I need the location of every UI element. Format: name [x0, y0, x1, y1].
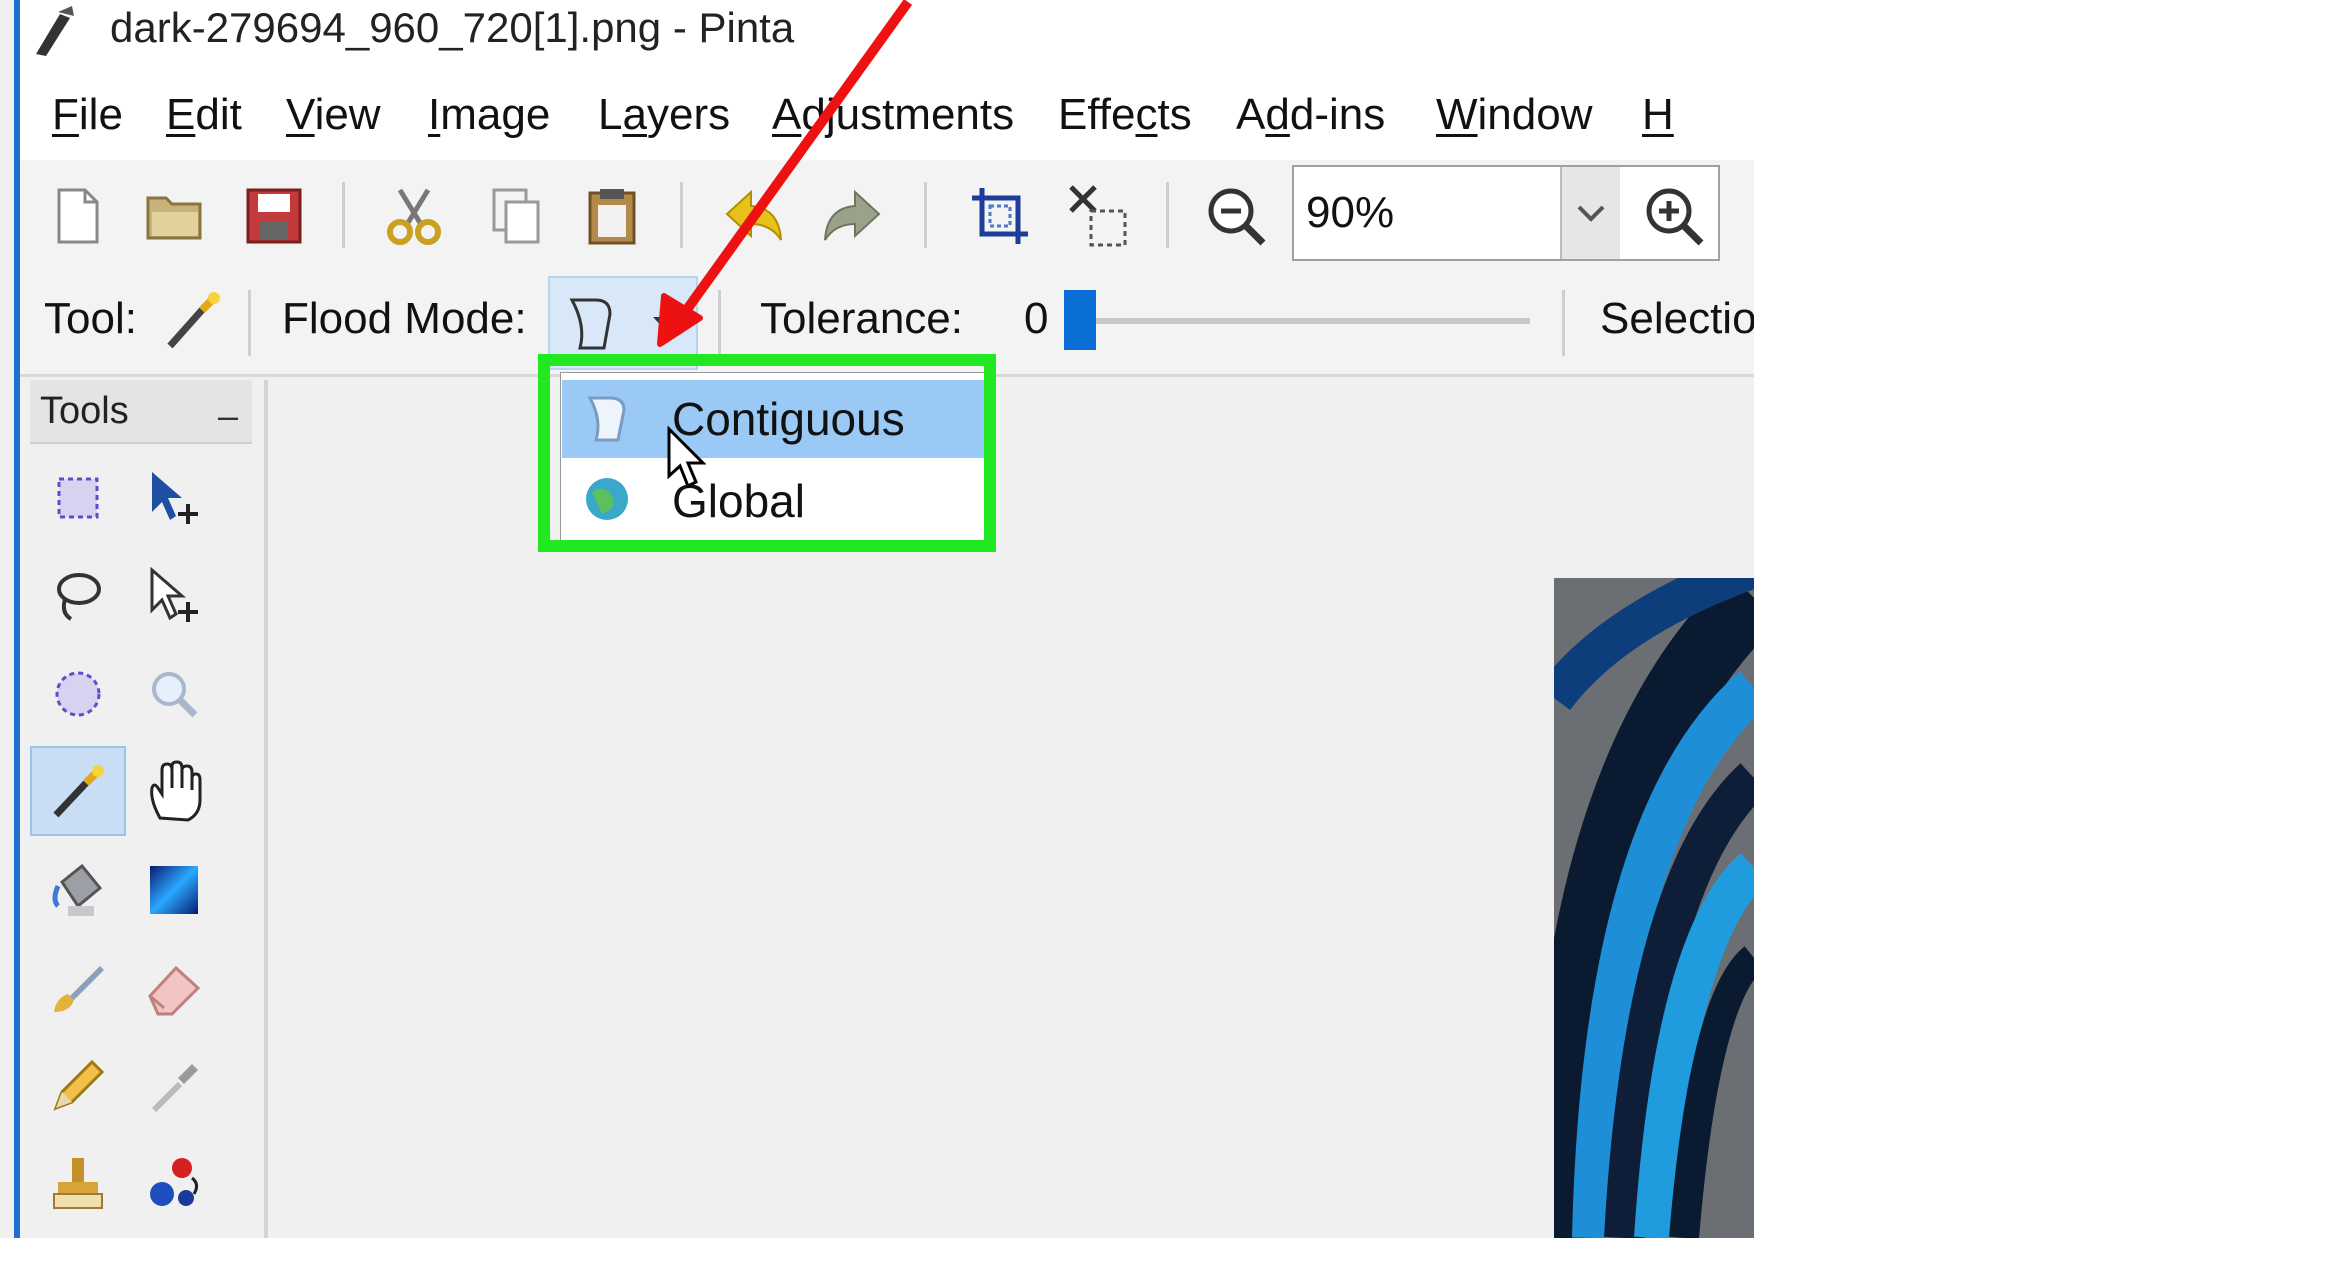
arrow-shaft: [683, 0, 913, 311]
annotation-arrow: [657, 0, 913, 347]
